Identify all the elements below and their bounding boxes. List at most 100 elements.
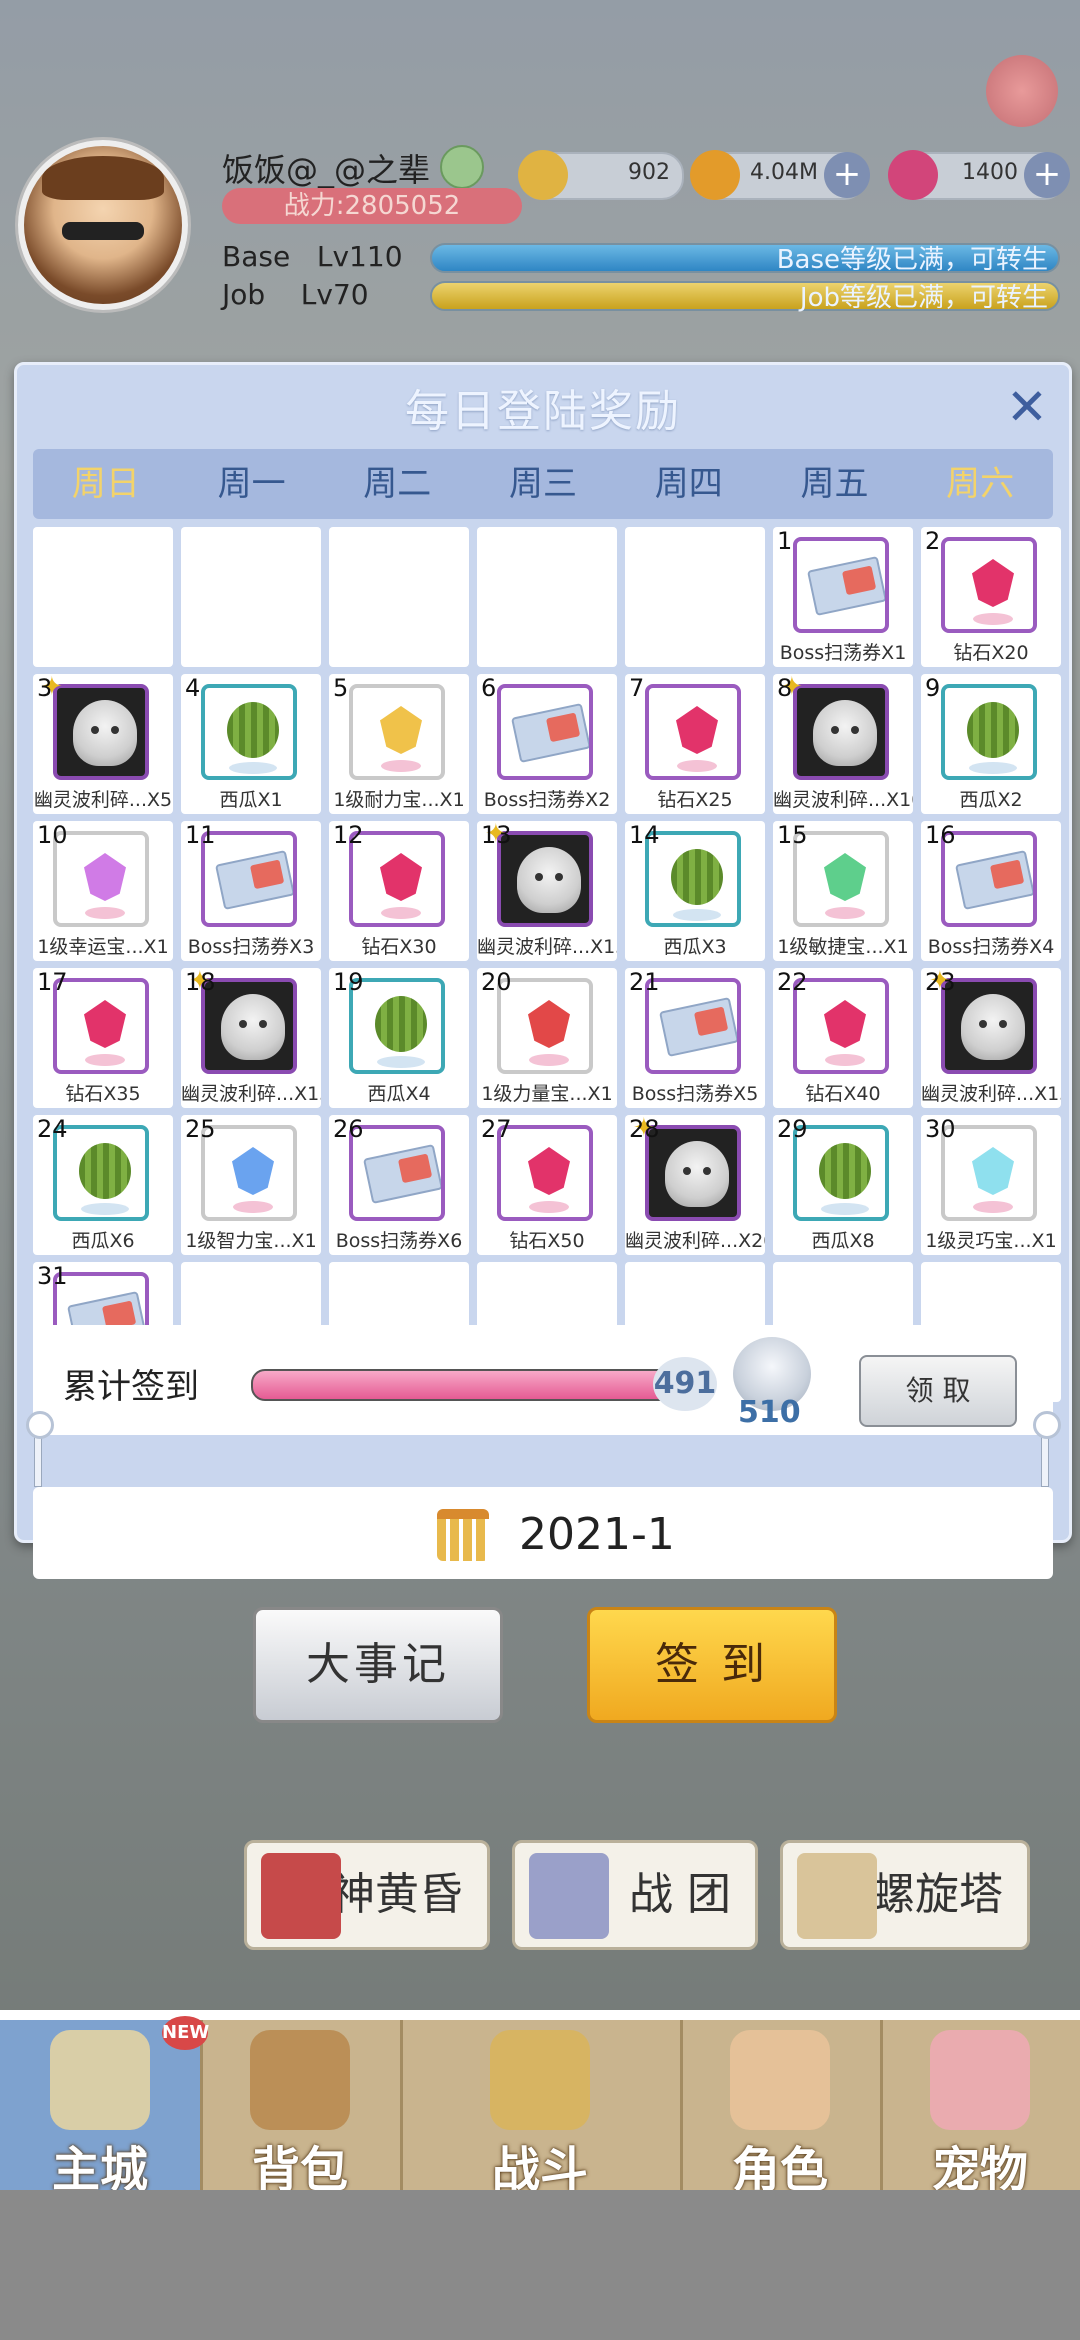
day-number: 20 <box>481 968 512 996</box>
day-cell[interactable]: 16 Boss扫荡券X4 <box>921 821 1061 961</box>
reward-label: 钻石X25 <box>657 789 733 811</box>
day-cell[interactable]: ✦ 13 幽灵波利碎...X15 <box>477 821 617 961</box>
cumulative-progress-bar <box>251 1369 698 1401</box>
day-cell[interactable]: 4 西瓜X1 <box>181 674 321 814</box>
day-cell[interactable]: 7 钻石X25 <box>625 674 765 814</box>
day-number: 6 <box>481 674 497 702</box>
day-cell[interactable]: 10 1级幸运宝...X1 <box>33 821 173 961</box>
job-level: Lv70 <box>300 278 369 311</box>
claim-button[interactable]: 领 取 <box>859 1355 1017 1427</box>
day-cell[interactable]: 20 1级力量宝...X1 <box>477 968 617 1108</box>
day-number: 15 <box>777 821 808 849</box>
day-cell[interactable]: 12 钻石X30 <box>329 821 469 961</box>
day-cell[interactable]: 21 Boss扫荡券X5 <box>625 968 765 1108</box>
weekday-sat: 周六 <box>946 464 1015 504</box>
job-level-row: Job Lv70 <box>222 278 369 311</box>
day-cell[interactable]: ✦ 18 幽灵波利碎...X15 <box>181 968 321 1108</box>
reward-label: 幽灵波利碎...X20 <box>625 1230 765 1252</box>
day-cell[interactable]: 27 钻石X50 <box>477 1115 617 1255</box>
day-cell[interactable]: 15 1级敏捷宝...X1 <box>773 821 913 961</box>
left-rope-ring <box>26 1411 54 1439</box>
day-cell[interactable]: 24 西瓜X6 <box>33 1115 173 1255</box>
empty-day-cell <box>625 527 765 667</box>
day-cell[interactable]: 1 Boss扫荡券X1 <box>773 527 913 667</box>
reward-label: 1级耐力宝...X1 <box>333 789 465 811</box>
job-label: Job <box>222 278 266 311</box>
day-number: 26 <box>333 1115 364 1143</box>
guild-castle-icon <box>529 1853 609 1939</box>
day-cell[interactable]: 2 钻石X20 <box>921 527 1061 667</box>
day-cell[interactable]: ✦ 28 幽灵波利碎...X20 <box>625 1115 765 1255</box>
day-cell[interactable]: ✦ 23 幽灵波利碎...X15 <box>921 968 1061 1108</box>
day-cell[interactable]: 11 Boss扫荡券X3 <box>181 821 321 961</box>
nav-battle[interactable]: 战斗 <box>400 2020 683 2200</box>
history-button[interactable]: 大事记 <box>253 1607 503 1723</box>
sign-in-button[interactable]: 签 到 <box>587 1607 837 1723</box>
day-cell[interactable]: 9 西瓜X2 <box>921 674 1061 814</box>
day-cell[interactable]: 30 1级灵巧宝...X1 <box>921 1115 1061 1255</box>
day-number: 5 <box>333 674 349 702</box>
reward-label: 幽灵波利碎...X15 <box>181 1083 321 1105</box>
reward-calendar-grid: 1 Boss扫荡券X1 2 钻石X20 ✦ 3 幽灵波利碎...X5 4 西瓜X1 5 1级耐力宝.… <box>33 527 1061 1402</box>
day-cell[interactable]: 25 1级智力宝...X1 <box>181 1115 321 1255</box>
day-cell[interactable]: 26 Boss扫荡券X6 <box>329 1115 469 1255</box>
weekday-mon: 周一 <box>217 464 286 504</box>
resource-gem: 1400 + <box>888 150 1070 200</box>
reward-label: Boss扫荡券X5 <box>631 1083 759 1105</box>
base-exp-bar: Base等级已满，可转生 <box>430 243 1060 275</box>
tower-icon <box>797 1853 877 1939</box>
diamond-icon <box>645 684 741 780</box>
day-cell[interactable]: ✦ 3 幽灵波利碎...X5 <box>33 674 173 814</box>
reward-label: 钻石X40 <box>805 1083 881 1105</box>
watermelon-icon <box>941 684 1037 780</box>
day-number: 3 <box>37 674 53 702</box>
ragnarok-banner-icon <box>261 1853 341 1939</box>
add-gem-button[interactable]: + <box>1024 152 1070 198</box>
day-cell[interactable]: 22 钻石X40 <box>773 968 913 1108</box>
guild-war-button[interactable]: 战 团 <box>512 1840 758 1950</box>
day-cell[interactable]: ✦ 8 幽灵波利碎...X10 <box>773 674 913 814</box>
reward-label: Boss扫荡券X1 <box>779 642 907 664</box>
character-icon <box>730 2030 830 2130</box>
reward-label: 西瓜X2 <box>959 789 1023 811</box>
reward-label: 钻石X50 <box>509 1230 585 1252</box>
day-number: 11 <box>185 821 216 849</box>
ghost-poring-icon <box>793 684 889 780</box>
day-number: 4 <box>185 674 201 702</box>
day-number: 21 <box>629 968 660 996</box>
system-bottom-area <box>0 2190 1080 2340</box>
avatar-glasses <box>62 222 144 240</box>
reward-label: 西瓜X1 <box>219 789 283 811</box>
pet-bubble-icon[interactable] <box>986 55 1058 127</box>
spiral-tower-button[interactable]: 螺旋塔 <box>780 1840 1030 1950</box>
nav-backpack[interactable]: 背包 <box>200 2020 403 2200</box>
day-number: 14 <box>629 821 660 849</box>
ragnarok-button[interactable]: 诸神黄昏 <box>244 1840 490 1950</box>
bottom-navigation: 主城 NEW 背包 战斗 角色 宠物 <box>0 2010 1080 2200</box>
base-label: Base <box>222 240 291 273</box>
weekday-sun: 周日 <box>71 464 140 504</box>
nav-main-city[interactable]: 主城 NEW <box>0 2016 209 2200</box>
reward-label: 1级智力宝...X1 <box>185 1230 317 1252</box>
day-cell[interactable]: 6 Boss扫荡券X2 <box>477 674 617 814</box>
castle-icon <box>50 2030 150 2130</box>
day-number: 28 <box>629 1115 660 1143</box>
pink-gem-icon <box>888 150 938 200</box>
guild-war-label: 战 团 <box>629 1869 731 1920</box>
reward-label: 1级力量宝...X1 <box>481 1083 613 1105</box>
close-icon[interactable]: ✕ <box>1003 382 1051 432</box>
day-cell[interactable]: 17 钻石X35 <box>33 968 173 1108</box>
nav-pet[interactable]: 宠物 <box>880 2020 1080 2200</box>
day-cell[interactable]: 19 西瓜X4 <box>329 968 469 1108</box>
day-cell[interactable]: 29 西瓜X8 <box>773 1115 913 1255</box>
day-cell[interactable]: 5 1级耐力宝...X1 <box>329 674 469 814</box>
nav-character[interactable]: 角色 <box>680 2020 883 2200</box>
reward-label: 1级敏捷宝...X1 <box>777 936 909 958</box>
day-number: 19 <box>333 968 364 996</box>
player-avatar[interactable] <box>18 140 188 310</box>
day-cell[interactable]: 14 西瓜X3 <box>625 821 765 961</box>
empty-day-cell <box>33 527 173 667</box>
add-gold-button[interactable]: + <box>824 152 870 198</box>
spiral-tower-label: 螺旋塔 <box>871 1869 1003 1920</box>
current-month: 2021-1 <box>519 1509 675 1560</box>
